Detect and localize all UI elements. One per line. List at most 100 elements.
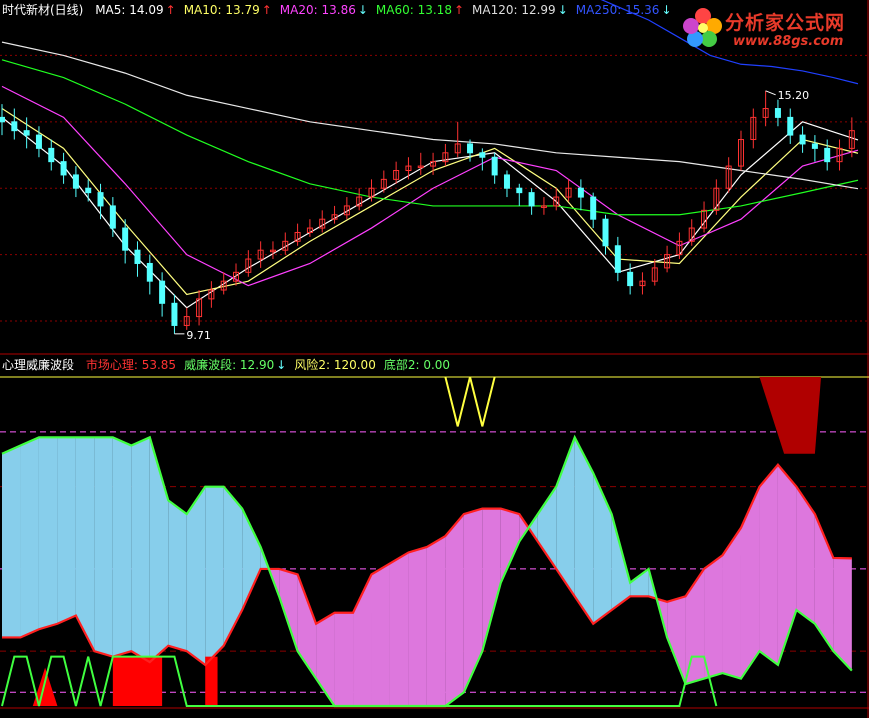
site-logo: 分析家公式网 www.88gs.com (681, 6, 861, 54)
band-fill-segment (519, 514, 529, 542)
upper_header-item-3-arrow-icon: ↑ (453, 3, 465, 17)
candle-body (811, 143, 818, 149)
candle (762, 90, 769, 127)
candle-body (171, 302, 178, 326)
candle (417, 152, 424, 175)
band-fill-segment (94, 437, 113, 657)
band-fill-segment (463, 508, 483, 693)
band-fill-segment (371, 563, 390, 706)
candle (85, 179, 92, 202)
band-fill-segment (408, 546, 427, 706)
candle-body (97, 192, 104, 207)
band-fill-segment (667, 596, 686, 685)
candle (824, 139, 831, 171)
candle (159, 272, 166, 317)
candle-body (159, 280, 166, 304)
candle-body (602, 218, 609, 247)
upper_header-item-3: MA60: 13.18 (375, 3, 452, 17)
candle (750, 108, 757, 149)
band-fill-segment (20, 437, 39, 638)
candle (503, 170, 510, 198)
candle (701, 201, 708, 233)
candle (183, 307, 190, 330)
candle (97, 183, 104, 220)
candle (442, 143, 449, 167)
band-fill-segment (57, 437, 76, 624)
band-fill-segment (704, 555, 723, 679)
band-fill-segment (279, 568, 298, 652)
indicator-title: 心理威廉波段 (2, 358, 75, 372)
security-title: 时代新材(日线) (2, 3, 84, 17)
upper_header-item-1: MA10: 13.79 (183, 3, 260, 17)
band-fill-segment (131, 437, 150, 663)
lower_header-item-1: 威廉波段: 12.90 (184, 358, 275, 372)
candle (146, 254, 153, 295)
band-fill-segment (223, 486, 243, 646)
candle-body (627, 271, 634, 287)
band-fill-segment (334, 612, 354, 706)
risk-block (759, 377, 822, 454)
candle-body (0, 116, 5, 123)
upper_header-item-0: MA5: 14.09 (95, 3, 164, 17)
candle (787, 108, 794, 144)
candle (676, 232, 683, 260)
candle-body (479, 152, 486, 158)
candle (23, 117, 30, 149)
ma-line-ma5 (1, 116, 859, 309)
candle (11, 108, 18, 140)
candle-body (122, 227, 129, 251)
candle (553, 188, 560, 211)
candle (208, 281, 215, 308)
candle-body (134, 249, 141, 264)
upper_header-item-5-arrow-icon: ↓ (661, 3, 672, 17)
candle (590, 192, 597, 229)
band-fill-segment (168, 500, 187, 652)
band-fill-segment (205, 486, 224, 665)
candle (0, 104, 5, 136)
candle (319, 210, 326, 233)
ma-line-ma60 (1, 59, 859, 216)
candle (811, 135, 818, 162)
candle-body (60, 161, 67, 176)
upper_header-item-2: MA20: 13.86 (279, 3, 356, 17)
lower-indicator-header: 心理威廉波段 市场心理: 53.85 威廉波段: 12.90 ↓ 风险2: 120.0… (2, 357, 458, 373)
candle (565, 179, 572, 202)
stock-chart-window: 15.20 9.71 时代新材(日线) MA5: 14.09 ↑ MA10: 13.7… (0, 0, 869, 718)
candle-body (85, 187, 92, 194)
candle-body (799, 134, 806, 145)
candle-body (491, 156, 498, 176)
candle (454, 121, 461, 158)
price-annotation-pointer-0 (765, 90, 776, 96)
series-line-risk2 (444, 376, 496, 427)
band-fill-segment (759, 464, 778, 665)
logo-url-text: www.88gs.com (733, 34, 844, 49)
candle (602, 214, 609, 255)
upper_header-item-1-arrow-icon: ↑ (261, 3, 272, 17)
candle-body (23, 130, 30, 136)
candle (48, 139, 55, 171)
candle (516, 183, 523, 206)
flower-logo-icon (683, 8, 722, 47)
upper_header-item-4: MA120: 12.99 (472, 3, 556, 17)
band-fill-segment (426, 536, 446, 706)
candle (614, 236, 621, 282)
ma-line-ma120 (1, 41, 859, 190)
candle-body (503, 174, 510, 189)
bottom-fill-block-0 (112, 656, 163, 706)
candle (393, 161, 400, 184)
band-fill-segment (186, 486, 206, 665)
candle (405, 157, 412, 180)
upper-indicator-header: 时代新材(日线) MA5: 14.09 ↑ MA10: 13.79 ↑ MA20: 13… (2, 2, 680, 18)
price-annotation-0: 15.20 (778, 89, 810, 102)
candle (72, 166, 79, 198)
candle (737, 130, 744, 171)
candle (331, 205, 338, 224)
band-fill-segment (796, 486, 815, 624)
candle-body (787, 116, 794, 136)
lower_header-item-3: 底部2: 0.00 (383, 358, 451, 372)
band-fill-segment (242, 508, 261, 611)
candle (343, 197, 350, 220)
candle (540, 197, 547, 215)
candle (491, 152, 498, 184)
candle-body (35, 134, 42, 149)
